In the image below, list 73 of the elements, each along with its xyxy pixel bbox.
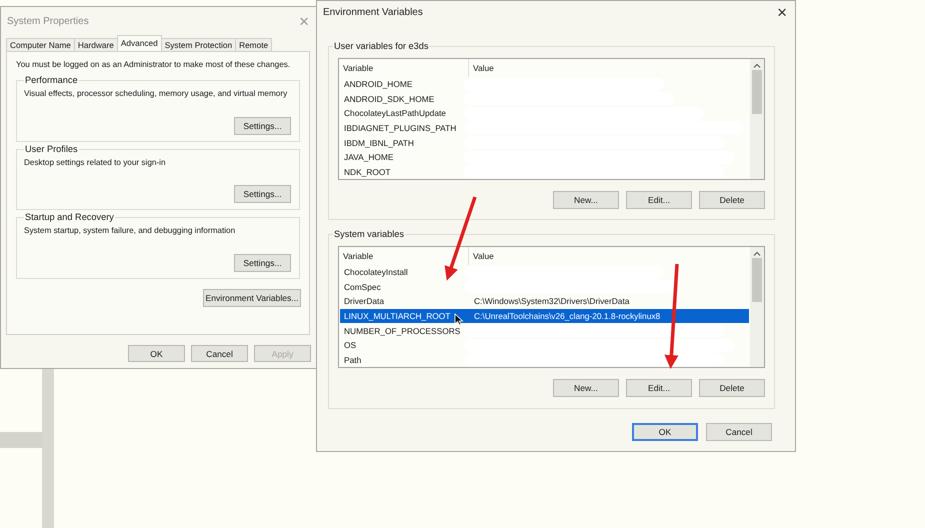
tab[interactable]: Remote: [235, 38, 272, 51]
dialog-button[interactable]: New...: [553, 379, 619, 397]
column-header[interactable]: Variable: [339, 247, 469, 265]
dialog-button[interactable]: OK: [632, 423, 698, 441]
variable-row[interactable]: JAVA_HOME: [340, 150, 749, 164]
variables-list[interactable]: Variable Value ChocolateyInstall ComSpec DriverData C:\Windows\System32\Drivers\DriverData LINUX_MULTIARCH_ROOT C:\UnrealToolchains\v26_clang-20.1.8-rockylinux8 NUMBER_OF_PROCESSORS OS Path: [338, 246, 765, 368]
column-header[interactable]: Value: [469, 59, 750, 77]
section-title: User variables for e3ds: [333, 41, 430, 51]
variable-name: ChocolateyLastPathUpdate: [343, 108, 446, 118]
group-description: Visual effects, processor scheduling, memory usage, and virtual memory: [24, 89, 288, 98]
settings-button[interactable]: Settings...: [234, 117, 291, 135]
variable-name: NDK_ROOT: [343, 166, 391, 177]
group-description: System startup, system failure, and debugging information: [24, 226, 236, 235]
variable-name: OS: [343, 340, 356, 350]
variable-name: ChocolateyInstall: [343, 267, 408, 278]
scroll-up-icon[interactable]: [753, 251, 761, 256]
dialog-button[interactable]: Cancel: [706, 423, 772, 441]
variable-row[interactable]: NUMBER_OF_PROCESSORS: [340, 323, 749, 338]
settings-button[interactable]: Settings...: [234, 254, 291, 272]
variable-name: Path: [343, 354, 362, 365]
tab[interactable]: System Protection: [160, 38, 236, 51]
variable-name: DriverData: [343, 296, 384, 306]
column-header[interactable]: Variable: [339, 59, 469, 77]
group-title: Performance: [24, 75, 79, 85]
tab[interactable]: Advanced: [116, 35, 162, 51]
variable-name: ComSpec: [343, 282, 381, 292]
group-title: Startup and Recovery: [24, 212, 115, 222]
variable-name: ANDROID_SDK_HOME: [343, 94, 434, 104]
variable-row[interactable]: IBDM_IBNL_PATH: [340, 135, 749, 150]
settings-button[interactable]: Settings...: [234, 185, 291, 203]
variable-row[interactable]: DriverData C:\Windows\System32\Drivers\DriverData: [340, 294, 749, 309]
mouse-cursor-icon: [454, 313, 464, 326]
dialog-button[interactable]: Edit...: [626, 191, 692, 209]
variable-row[interactable]: ChocolateyLastPathUpdate: [340, 106, 749, 121]
variable-name: ANDROID_HOME: [343, 79, 412, 90]
close-icon[interactable]: ×: [777, 4, 787, 20]
scroll-up-icon[interactable]: [753, 63, 761, 68]
admin-note: You must be logged on as an Administrator to make most of these changes.: [16, 60, 290, 69]
variable-row[interactable]: ANDROID_HOME: [340, 76, 749, 92]
desktop-strip: [0, 432, 42, 448]
dialog-button[interactable]: Delete: [699, 191, 765, 209]
variable-value: C:\UnrealToolchains\v26_clang-20.1.8-rockylinux8: [473, 310, 660, 321]
section-title: System variables: [333, 229, 405, 239]
variable-row[interactable]: LINUX_MULTIARCH_ROOT C:\UnrealToolchains\v26_clang-20.1.8-rockylinux8: [340, 308, 749, 324]
variable-row[interactable]: NDK_ROOT: [340, 164, 749, 179]
scrollbar[interactable]: [750, 59, 764, 179]
variable-name: IBDIAGNET_PLUGINS_PATH: [343, 122, 456, 133]
variable-name: LINUX_MULTIARCH_ROOT: [343, 310, 450, 321]
environment-variables-button[interactable]: Environment Variables...: [203, 289, 301, 307]
variable-row[interactable]: ChocolateyInstall: [340, 264, 749, 280]
group-title: User Profiles: [24, 144, 79, 154]
scrollbar[interactable]: [750, 247, 764, 367]
dialog-button[interactable]: OK: [128, 345, 185, 362]
dialog-button[interactable]: New...: [553, 191, 619, 209]
group-description: Desktop settings related to your sign-in: [24, 158, 166, 167]
window-title: System Properties: [7, 16, 89, 26]
variable-row[interactable]: OS: [340, 338, 749, 352]
variable-row[interactable]: Path: [340, 352, 749, 367]
variable-value: C:\Windows\System32\Drivers\DriverData: [473, 296, 630, 306]
window-title: Environment Variables: [323, 6, 423, 18]
variable-row[interactable]: ANDROID_SDK_HOME: [340, 91, 749, 106]
tab[interactable]: Hardware: [74, 38, 118, 51]
variable-row[interactable]: ComSpec: [340, 279, 749, 294]
tab[interactable]: Computer Name: [6, 38, 75, 51]
variables-list[interactable]: Variable Value ANDROID_HOME ANDROID_SDK_HOME ChocolateyLastPathUpdate IBDIAGNET_PLUGINS_PATH IBDM_IBNL_PATH JAVA_HOME NDK_ROOT: [338, 58, 765, 180]
variable-name: JAVA_HOME: [343, 152, 394, 162]
variable-name: IBDM_IBNL_PATH: [343, 138, 414, 148]
dialog-button[interactable]: Delete: [699, 379, 765, 397]
variable-row[interactable]: IBDIAGNET_PLUGINS_PATH: [340, 120, 749, 136]
column-header[interactable]: Value: [469, 247, 750, 265]
variable-name: NUMBER_OF_PROCESSORS: [343, 326, 460, 336]
dialog-button[interactable]: Edit...: [626, 379, 692, 397]
dialog-button[interactable]: Cancel: [191, 345, 248, 362]
